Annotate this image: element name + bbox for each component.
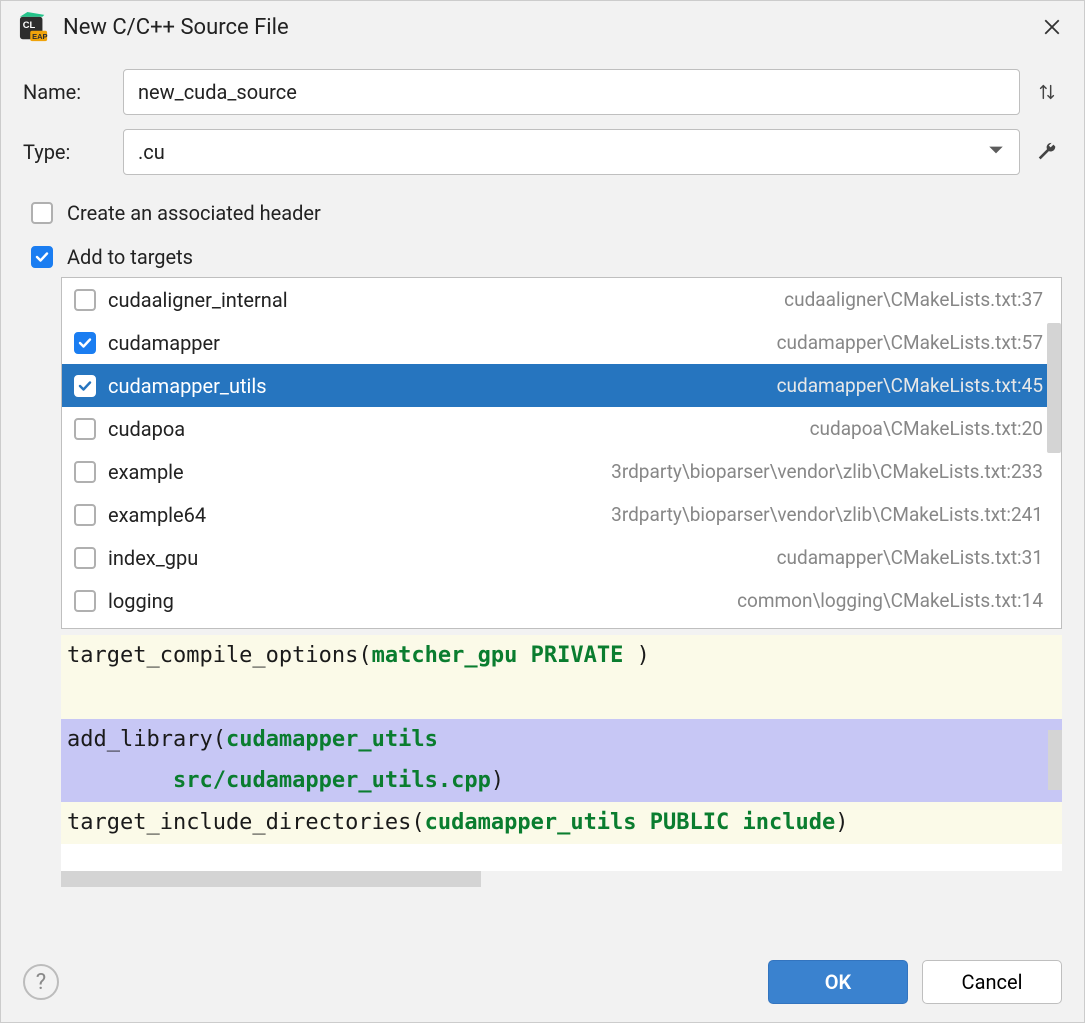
- cancel-button[interactable]: Cancel: [922, 960, 1062, 1004]
- help-button[interactable]: ?: [23, 964, 59, 1000]
- code-hscrollbar[interactable]: [61, 871, 481, 887]
- code-preview: target_compile_options(matcher_gpu PRIVA…: [61, 635, 1062, 887]
- target-row[interactable]: logging common\logging\CMakeLists.txt:14: [62, 579, 1061, 622]
- target-path: cudamapper\CMakeLists.txt:31: [777, 546, 1043, 569]
- targets-scrollbar[interactable]: [1047, 323, 1061, 453]
- code-vscrollbar[interactable]: [1048, 730, 1062, 790]
- type-select[interactable]: .cu: [123, 129, 1020, 175]
- type-row: Type: .cu: [23, 129, 1062, 175]
- target-name: example64: [108, 503, 599, 527]
- target-checkbox[interactable]: [74, 332, 96, 354]
- type-value: .cu: [138, 140, 165, 164]
- form-area: Name: Type: .cu: [1, 47, 1084, 269]
- target-name: cudapoa: [108, 417, 798, 441]
- target-row[interactable]: example64 3rdparty\bioparser\vendor\zlib\…: [62, 493, 1061, 536]
- target-checkbox[interactable]: [74, 547, 96, 569]
- code-line: target_compile_options(matcher_gpu PRIVA…: [61, 635, 1062, 677]
- code-line: target_include_directories(cudamapper_ut…: [61, 802, 1062, 844]
- add-targets-row[interactable]: Add to targets: [31, 245, 1062, 269]
- close-button[interactable]: [1034, 9, 1070, 45]
- target-checkbox[interactable]: [74, 289, 96, 311]
- target-checkbox[interactable]: [74, 375, 96, 397]
- name-row: Name:: [23, 69, 1062, 115]
- target-path: cudamapper\CMakeLists.txt:45: [777, 374, 1043, 397]
- target-row[interactable]: index_gpu cudamapper\CMakeLists.txt:31: [62, 536, 1061, 579]
- ok-button[interactable]: OK: [768, 960, 908, 1004]
- target-path: cudapoa\CMakeLists.txt:20: [810, 417, 1043, 440]
- sort-toggle-button[interactable]: [1032, 81, 1062, 103]
- target-path: cudaaligner\CMakeLists.txt:37: [784, 288, 1043, 311]
- dialog-new-source-file: CL EAP New C/C++ Source File Name:: [0, 0, 1085, 1023]
- target-path: 3rdparty\bioparser\vendor\zlib\CMakeList…: [611, 460, 1043, 483]
- code-line: src/cudamapper_utils.cpp): [61, 760, 1062, 802]
- add-targets-label: Add to targets: [67, 245, 193, 269]
- target-path: common\logging\CMakeLists.txt:14: [737, 589, 1043, 612]
- target-name: cudaaligner_internal: [108, 288, 772, 312]
- target-row[interactable]: example 3rdparty\bioparser\vendor\zlib\CM…: [62, 450, 1061, 493]
- code-hscroll-track[interactable]: [61, 871, 1062, 887]
- sort-arrows-icon: [1036, 81, 1058, 103]
- create-header-row[interactable]: Create an associated header: [31, 201, 1062, 225]
- target-checkbox[interactable]: [74, 590, 96, 612]
- dialog-footer: ? OK Cancel: [1, 944, 1084, 1022]
- chevron-down-icon: [987, 140, 1005, 164]
- target-row[interactable]: cudamapper_utils cudamapper\CMakeLists.tx…: [62, 364, 1061, 407]
- target-name: example: [108, 460, 599, 484]
- target-name: cudamapper: [108, 331, 765, 355]
- checkmark-icon: [34, 249, 50, 265]
- create-header-label: Create an associated header: [67, 201, 321, 225]
- settings-button[interactable]: [1032, 141, 1062, 163]
- target-row[interactable]: cudamapper cudamapper\CMakeLists.txt:57: [62, 321, 1061, 364]
- wrench-icon: [1036, 141, 1058, 163]
- target-path: 3rdparty\bioparser\vendor\zlib\CMakeList…: [611, 503, 1043, 526]
- target-checkbox[interactable]: [74, 461, 96, 483]
- add-targets-checkbox[interactable]: [31, 246, 53, 268]
- checkmark-icon: [77, 378, 93, 394]
- target-row[interactable]: cudaaligner_internal cudaaligner\CMakeLis…: [62, 278, 1061, 321]
- target-checkbox[interactable]: [74, 418, 96, 440]
- targets-list[interactable]: cudaaligner_internal cudaaligner\CMakeLis…: [61, 277, 1062, 629]
- name-label: Name:: [23, 80, 111, 104]
- target-path: cudamapper\CMakeLists.txt:57: [777, 331, 1043, 354]
- checkmark-icon: [77, 335, 93, 351]
- type-label: Type:: [23, 140, 111, 164]
- code-line: [61, 677, 1062, 719]
- titlebar: CL EAP New C/C++ Source File: [1, 1, 1084, 47]
- target-checkbox[interactable]: [74, 504, 96, 526]
- create-header-checkbox[interactable]: [31, 202, 53, 224]
- name-input[interactable]: [123, 69, 1020, 115]
- svg-text:CL: CL: [23, 20, 36, 30]
- clion-app-icon: CL EAP: [19, 12, 49, 42]
- code-line: add_library(cudamapper_utils: [61, 719, 1062, 761]
- close-icon: [1043, 18, 1061, 36]
- target-row[interactable]: cudapoa cudapoa\CMakeLists.txt:20: [62, 407, 1061, 450]
- dialog-title: New C/C++ Source File: [63, 15, 1034, 40]
- target-name: index_gpu: [108, 546, 765, 570]
- target-name: logging: [108, 589, 725, 613]
- target-name: cudamapper_utils: [108, 374, 765, 398]
- svg-text:EAP: EAP: [32, 32, 47, 41]
- help-icon: ?: [36, 970, 46, 995]
